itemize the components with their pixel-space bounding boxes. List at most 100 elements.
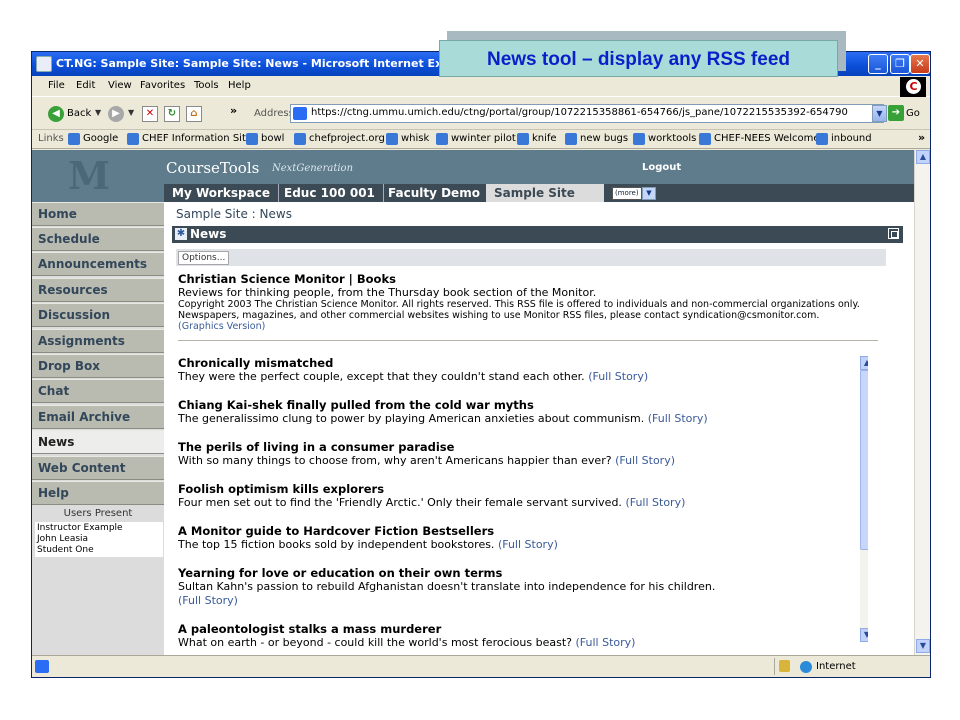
users-present-list: Instructor Example John Leasia Student O… bbox=[35, 522, 163, 557]
nav-announcements[interactable]: Announcements bbox=[32, 252, 164, 276]
nav-discussion[interactable]: Discussion bbox=[32, 303, 164, 327]
page-content: M CourseTools NextGeneration Logout My W… bbox=[32, 150, 914, 655]
toolbar-overflow-icon[interactable]: » bbox=[230, 104, 237, 117]
go-button-label[interactable]: Go bbox=[906, 108, 920, 119]
user-name: Student One bbox=[37, 545, 94, 555]
nav-resources[interactable]: Resources bbox=[32, 278, 164, 302]
coursetools-brand: CourseTools bbox=[166, 159, 260, 177]
graphics-version-link[interactable]: (Graphics Version) bbox=[178, 321, 878, 332]
full-story-link[interactable]: (Full Story) bbox=[498, 538, 558, 551]
forward-dropdown-icon[interactable]: ▼ bbox=[128, 108, 134, 117]
news-item-title: Chiang Kai-shek finally pulled from the … bbox=[178, 398, 534, 412]
link-chefproject[interactable]: chefproject.org bbox=[309, 133, 385, 144]
nav-assignments[interactable]: Assignments bbox=[32, 329, 164, 353]
nav-help[interactable]: Help bbox=[32, 481, 164, 505]
nav-schedule[interactable]: Schedule bbox=[32, 227, 164, 251]
news-item: The perils of living in a consumer parad… bbox=[178, 440, 858, 468]
link-chef-nees[interactable]: CHEF-NEES Welcome bbox=[714, 133, 820, 144]
feed-title: Christian Science Monitor | Books bbox=[178, 272, 396, 286]
nav-web-content[interactable]: Web Content bbox=[32, 456, 164, 480]
items-scrollbar[interactable]: ▲ ▼ bbox=[860, 356, 868, 642]
nav-chat[interactable]: Chat bbox=[32, 379, 164, 403]
tab-my-workspace[interactable]: My Workspace bbox=[164, 184, 279, 202]
link-wwinter-pilot[interactable]: wwinter pilot bbox=[451, 133, 516, 144]
breadcrumb: Sample Site : News bbox=[176, 207, 292, 221]
items-scroll-thumb[interactable] bbox=[860, 370, 868, 550]
nav-home[interactable]: Home bbox=[32, 202, 164, 226]
menu-tools[interactable]: Tools bbox=[194, 80, 219, 91]
news-item-desc: With so many things to choose from, why … bbox=[178, 454, 612, 467]
menu-file[interactable]: File bbox=[48, 80, 65, 91]
news-item-desc: The top 15 fiction books sold by indepen… bbox=[178, 538, 495, 551]
page-scrollbar[interactable]: ▲ ▼ bbox=[914, 150, 930, 655]
back-dropdown-icon[interactable]: ▼ bbox=[95, 108, 101, 117]
news-item-title: Chronically mismatched bbox=[178, 356, 334, 370]
go-arrow-icon[interactable]: ➔ bbox=[888, 105, 904, 121]
tab-faculty-demo[interactable]: Faculty Demo bbox=[380, 184, 489, 202]
menu-favorites[interactable]: Favorites bbox=[140, 80, 185, 91]
home-icon[interactable]: ⌂ bbox=[186, 106, 202, 122]
link-page-icon bbox=[127, 133, 139, 145]
link-inbound[interactable]: inbound bbox=[831, 133, 872, 144]
news-item-desc: They were the perfect couple, except tha… bbox=[178, 370, 585, 383]
globe-icon bbox=[800, 661, 812, 673]
nav-drop-box[interactable]: Drop Box bbox=[32, 354, 164, 378]
full-story-link[interactable]: (Full Story) bbox=[648, 412, 708, 425]
refresh-icon[interactable]: ↻ bbox=[164, 106, 180, 122]
link-worktools[interactable]: worktools bbox=[648, 133, 696, 144]
forward-arrow-icon[interactable]: ▶ bbox=[108, 106, 124, 122]
logo-letter: M bbox=[68, 153, 112, 198]
link-page-icon bbox=[699, 133, 711, 145]
scroll-down-icon[interactable]: ▼ bbox=[916, 639, 930, 653]
link-whisk[interactable]: whisk bbox=[401, 133, 429, 144]
address-dropdown-icon[interactable]: ▼ bbox=[872, 105, 887, 122]
logout-link[interactable]: Logout bbox=[642, 162, 681, 173]
link-new-bugs[interactable]: new bugs bbox=[580, 133, 628, 144]
options-button[interactable]: Options... bbox=[178, 251, 230, 265]
back-arrow-icon[interactable]: ◀ bbox=[48, 106, 64, 122]
news-item: Yearning for love or education on their … bbox=[178, 566, 858, 608]
address-label: Address bbox=[254, 108, 294, 119]
tab-educ-100-001[interactable]: Educ 100 001 bbox=[276, 184, 384, 202]
address-url[interactable]: https://ctng.ummu.umich.edu/ctng/portal/… bbox=[311, 107, 848, 118]
more-sites-dropdown-icon[interactable]: ▼ bbox=[642, 187, 656, 200]
scroll-up-icon[interactable]: ▲ bbox=[860, 356, 868, 370]
full-story-link[interactable]: (Full Story) bbox=[625, 496, 685, 509]
back-button-label[interactable]: Back bbox=[67, 108, 91, 119]
stop-icon[interactable]: ✕ bbox=[142, 106, 158, 122]
nav-toolbar: ◀ Back ▼ ▶ ▼ ✕ ↻ ⌂ » Address https://ctn… bbox=[32, 98, 930, 130]
news-item-title: A paleontologist stalks a mass murderer bbox=[178, 622, 442, 636]
main-panel: Sample Site : News ✱ News Options... Chr… bbox=[164, 202, 914, 655]
menu-view[interactable]: View bbox=[108, 80, 132, 91]
close-button[interactable]: ✕ bbox=[910, 54, 930, 74]
menu-edit[interactable]: Edit bbox=[76, 80, 95, 91]
full-story-link[interactable]: (Full Story) bbox=[588, 370, 648, 383]
links-overflow-icon[interactable]: » bbox=[918, 131, 925, 144]
nav-email-archive[interactable]: Email Archive bbox=[32, 405, 164, 429]
links-bar: Links Google CHEF Information Site bowl … bbox=[32, 130, 930, 149]
news-item-title: A Monitor guide to Hardcover Fiction Bes… bbox=[178, 524, 495, 538]
scroll-down-icon[interactable]: ▼ bbox=[860, 628, 868, 642]
page-icon bbox=[293, 107, 307, 120]
minimize-button[interactable]: _ bbox=[868, 54, 888, 74]
link-bowl[interactable]: bowl bbox=[261, 133, 284, 144]
full-story-link[interactable]: (Full Story) bbox=[615, 454, 675, 467]
news-item: A paleontologist stalks a mass murderer … bbox=[178, 622, 858, 650]
news-item: Chronically mismatched They were the per… bbox=[178, 356, 858, 384]
scroll-up-icon[interactable]: ▲ bbox=[916, 150, 930, 164]
news-items-pane: Chronically mismatched They were the per… bbox=[174, 356, 868, 655]
link-knife[interactable]: knife bbox=[532, 133, 557, 144]
link-page-icon bbox=[68, 133, 80, 145]
user-name: John Leasia bbox=[37, 534, 89, 544]
nav-news[interactable]: News bbox=[32, 430, 164, 454]
link-google[interactable]: Google bbox=[83, 133, 118, 144]
full-story-link[interactable]: (Full Story) bbox=[575, 636, 635, 649]
address-input[interactable]: https://ctng.ummu.umich.edu/ctng/portal/… bbox=[290, 104, 884, 123]
maximize-tool-icon[interactable] bbox=[888, 228, 899, 239]
link-chef-info[interactable]: CHEF Information Site bbox=[142, 133, 252, 144]
maximize-button[interactable]: ❐ bbox=[890, 54, 910, 74]
tab-sample-site[interactable]: Sample Site bbox=[486, 184, 604, 202]
more-sites-select[interactable]: (more) bbox=[612, 187, 642, 200]
full-story-link[interactable]: (Full Story) bbox=[178, 594, 238, 607]
menu-help[interactable]: Help bbox=[228, 80, 251, 91]
